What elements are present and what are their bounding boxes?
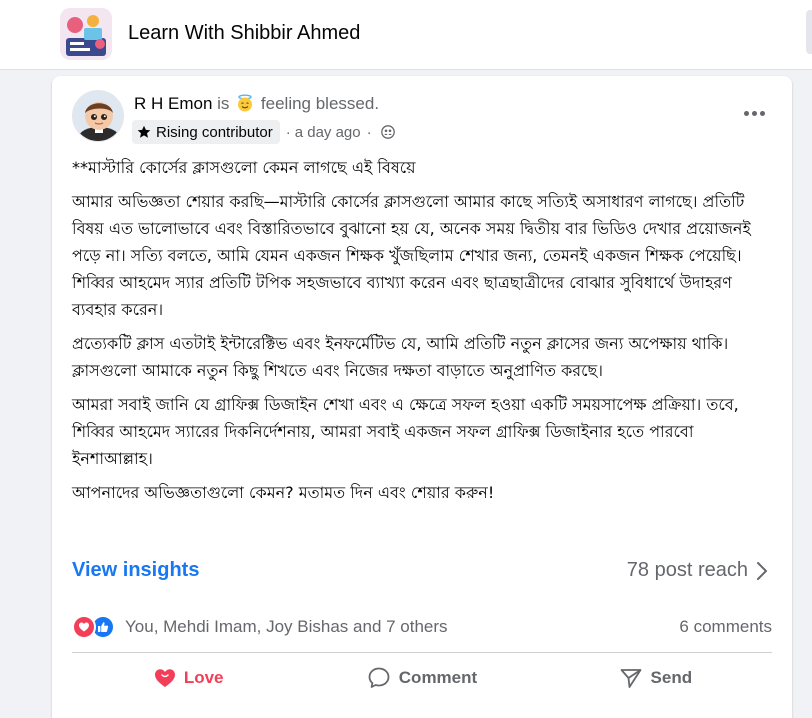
post-paragraph: **মাস্টারি কোর্সের ক্লাসগুলো কেমন লাগছে … xyxy=(72,158,416,177)
group-cover-thumbnail[interactable] xyxy=(60,8,112,60)
post-reach[interactable]: 78 post reach xyxy=(627,559,748,582)
comment-label: Comment xyxy=(398,668,478,687)
send-label: Send xyxy=(650,668,693,687)
post-paragraph: আপনাদের অভিজ্ঞতাগুলো কেমন? মতামত দিন এবং… xyxy=(72,483,495,502)
chevron-right-icon[interactable] xyxy=(752,559,772,583)
post-meta: Rising contributor · a day ago · xyxy=(132,120,395,144)
meta-separator-2: · xyxy=(366,123,372,141)
comment-button[interactable]: Comment xyxy=(305,660,538,696)
group-members-icon xyxy=(380,125,395,139)
love-button[interactable]: Love xyxy=(72,660,305,696)
group-name[interactable]: Learn With Shibbir Ahmed xyxy=(128,20,360,46)
reactions-summary: You, Mehdi Imam, Joy Bishas and 7 others… xyxy=(72,614,772,640)
post-paragraph: আমরা সবাই জানি যে গ্রাফিক্স ডিজাইন শেখা … xyxy=(72,395,739,468)
group-header: Learn With Shibbir Ahmed xyxy=(0,0,812,70)
post-actions: Love Comment Send xyxy=(72,660,772,696)
post-card: R H Emon is feeling blessed. Rising cont… xyxy=(52,76,792,718)
send-button[interactable]: Send xyxy=(539,660,772,696)
rising-contributor-badge[interactable]: Rising contributor xyxy=(132,120,280,144)
more-options-icon[interactable] xyxy=(740,102,768,124)
post-paragraph: প্রত্যেকটি ক্লাস এতটাই ইন্টারেক্টিভ এবং … xyxy=(72,334,729,380)
post-paragraph: আমার অভিজ্ঞতা শেয়ার করছি—মাস্টারি কোর্স… xyxy=(72,192,751,319)
badge-label: Rising contributor xyxy=(156,123,273,141)
smiling-face-with-halo-icon xyxy=(236,94,254,118)
author-connector: is xyxy=(217,94,230,113)
comments-count[interactable]: 6 comments xyxy=(679,617,772,637)
feeling-text: feeling blessed. xyxy=(260,94,380,113)
meta-separator: · xyxy=(285,123,291,141)
insights-row: View insights 78 post reach xyxy=(72,557,772,585)
love-label: Love xyxy=(183,668,224,687)
comment-bubble-icon xyxy=(367,666,391,690)
star-icon xyxy=(137,125,151,139)
reactors-text[interactable]: You, Mehdi Imam, Joy Bishas and 7 others xyxy=(125,617,448,637)
header-side-button[interactable] xyxy=(806,10,812,54)
author-name[interactable]: R H Emon xyxy=(134,94,212,113)
heart-icon xyxy=(154,668,176,688)
view-insights-link[interactable]: View insights xyxy=(72,559,199,582)
actions-divider xyxy=(72,652,772,653)
author-avatar[interactable] xyxy=(72,90,124,142)
post-header-line: R H Emon is feeling blessed. xyxy=(134,93,379,118)
send-arrow-icon xyxy=(619,666,643,690)
heart-reaction-icon xyxy=(72,615,96,639)
post-timestamp[interactable]: a day ago xyxy=(295,124,361,141)
post-body: **মাস্টারি কোর্সের ক্লাসগুলো কেমন লাগছে … xyxy=(72,154,777,513)
reaction-icons[interactable] xyxy=(72,614,122,640)
